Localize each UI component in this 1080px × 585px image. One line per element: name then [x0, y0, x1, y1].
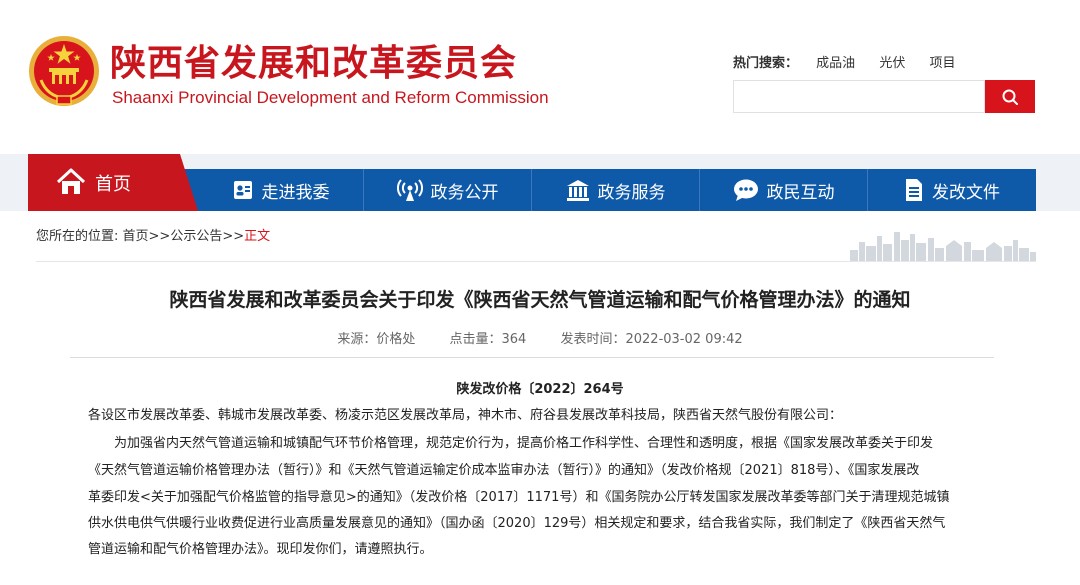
article-body-line: 管道运输和配气价格管理办法》。现印发你们，请遵照执行。 [88, 542, 433, 557]
nav-home-label[interactable]: 首页 [95, 170, 131, 196]
meta-divider [70, 357, 994, 358]
breadcrumb-current: 正文 [244, 229, 271, 244]
hot-search-link[interactable]: 光伏 [879, 56, 905, 71]
nav-item-open-government[interactable]: 政务公开 [364, 169, 531, 211]
city-skyline-decoration [850, 232, 1036, 261]
article-body-line: 供水供电供气供暖行业收费促进行业高质量发展意见的通知》（国办函〔2020〕129… [88, 516, 946, 531]
nav-item-services[interactable]: 政务服务 [532, 169, 699, 211]
site-header: 陕西省发展和改革委员会 Shaanxi Provincial Developme… [0, 0, 1080, 150]
article-meta: 来源：价格处 点击量：364 发表时间：2022-03-02 09:42 [0, 328, 1080, 347]
article-title: 陕西省发展和改革委员会关于印发《陕西省天然气管道运输和配气价格管理办法》的通知 [169, 289, 911, 311]
hot-search-link[interactable]: 成品油 [816, 56, 855, 71]
nav-item-documents[interactable]: 发改文件 [868, 169, 1036, 211]
breadcrumb-prefix: 您所在的位置: [36, 229, 119, 244]
nav-item-label: 发改文件 [932, 182, 1000, 203]
government-building-icon [566, 180, 589, 201]
breadcrumb: 您所在的位置: 首页>>公示公告>>正文 [36, 225, 270, 244]
search-icon [1002, 89, 1018, 105]
header-divider [36, 261, 1036, 262]
site-title: 陕西省发展和改革委员会 [110, 43, 518, 84]
broadcast-icon [396, 179, 423, 201]
hot-search-label: 热门搜索： [733, 56, 799, 71]
profile-card-icon [233, 181, 252, 199]
article-body-line: 革委印发<关于加强配气价格监管的指导意见>的通知》（发改价格〔2017〕1171… [88, 490, 950, 505]
chat-bubble-icon [733, 179, 758, 201]
article-body-line: 《天然气管道运输价格管理办法（暂行）》和《天然气管道运输定价成本监审办法（暂行）… [88, 463, 920, 478]
document-icon [906, 179, 922, 201]
nav-item-label: 走进我委 [261, 182, 330, 203]
nav-item-interaction[interactable]: 政民互动 [700, 169, 867, 211]
document-number: 陕发改价格〔2022〕264号 [456, 382, 624, 397]
article-published-time: 发表时间：2022-03-02 09:42 [560, 332, 743, 347]
nav-item-label: 政务公开 [430, 182, 499, 203]
nav-item-label: 政民互动 [766, 182, 835, 203]
nav-item-label: 政务服务 [597, 182, 666, 203]
hot-search-bar: 热门搜索： 成品油 光伏 项目 [733, 52, 975, 71]
site-subtitle: Shaanxi Provincial Development and Refor… [112, 88, 549, 107]
nav-item-about[interactable]: 走进我委 [198, 169, 363, 211]
article-recipients: 各设区市发展改革委、韩城市发展改革委、杨凌示范区发展改革局，神木市、府谷县发展改… [88, 408, 843, 423]
breadcrumb-path[interactable]: 首页>>公示公告>> [123, 229, 245, 244]
national-emblem-icon [29, 36, 99, 106]
article-body-line: 为加强省内天然气管道运输和城镇配气环节价格管理，规范定价行为，提高价格工作科学性… [88, 436, 934, 451]
search-input[interactable] [733, 80, 985, 113]
search-button[interactable] [985, 80, 1035, 113]
article-source: 来源：价格处 [337, 332, 416, 347]
article-hits: 点击量：364 [449, 332, 527, 347]
home-icon [56, 168, 86, 194]
hot-search-link[interactable]: 项目 [929, 56, 955, 71]
